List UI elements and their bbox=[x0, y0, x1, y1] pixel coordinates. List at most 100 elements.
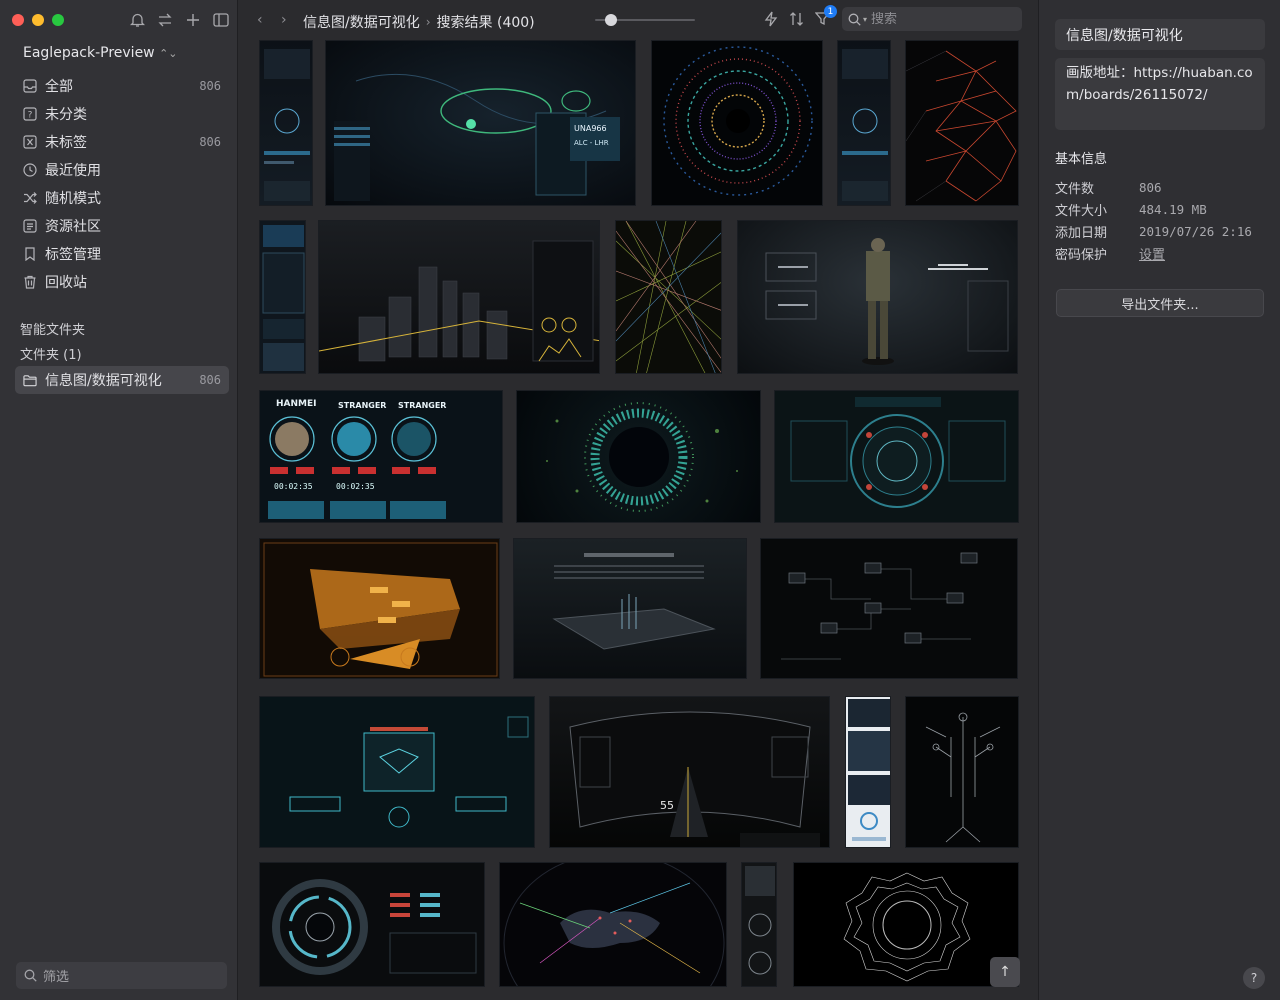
sidebar-item-untagged[interactable]: 未标签 806 bbox=[15, 128, 229, 156]
folder-description-field[interactable]: 画版地址：https://huaban.com/boards/26115072/ bbox=[1055, 58, 1265, 130]
lightning-icon[interactable] bbox=[764, 11, 778, 27]
image-thumbnail[interactable] bbox=[516, 390, 761, 523]
unsorted-icon: ? bbox=[23, 107, 37, 121]
sync-icon[interactable] bbox=[156, 11, 174, 29]
sort-icon[interactable] bbox=[789, 11, 805, 27]
image-thumbnail[interactable] bbox=[837, 40, 891, 206]
minimize-window-button[interactable] bbox=[32, 14, 44, 26]
chevron-right-icon: › bbox=[425, 15, 431, 29]
info-row-file-size: 文件大小 484.19 MB bbox=[1055, 198, 1265, 220]
image-thumbnail[interactable] bbox=[318, 220, 600, 374]
chevron-updown-icon: ⌃⌄ bbox=[159, 47, 178, 60]
export-folder-button[interactable]: 导出文件夹... bbox=[1056, 289, 1264, 317]
sidebar-item-label: 资源社区 bbox=[45, 219, 101, 235]
forward-icon[interactable]: › bbox=[281, 12, 287, 28]
scroll-to-top-button[interactable]: ↑ bbox=[990, 957, 1020, 987]
image-thumbnail[interactable] bbox=[737, 220, 1018, 374]
image-thumbnail[interactable] bbox=[513, 538, 747, 679]
image-thumbnail[interactable] bbox=[259, 862, 485, 987]
search-box[interactable]: ▾ bbox=[842, 7, 1022, 31]
sidebar-item-label: 未标签 bbox=[45, 135, 87, 151]
zoom-window-button[interactable] bbox=[52, 14, 64, 26]
folders-heading[interactable]: 文件夹 (1) bbox=[15, 341, 229, 366]
info-row-password: 密码保护 设置 bbox=[1055, 242, 1265, 264]
hud-name-1: HANMEI bbox=[276, 399, 316, 409]
sidebar-item-label: 标签管理 bbox=[45, 247, 101, 263]
flight-code: UNA966 bbox=[574, 124, 607, 133]
image-thumbnail[interactable] bbox=[905, 40, 1019, 206]
sidebar-item-label: 随机模式 bbox=[45, 191, 101, 207]
image-thumbnail[interactable] bbox=[499, 862, 727, 987]
image-thumbnail[interactable] bbox=[905, 696, 1019, 848]
sidebar-toolbar bbox=[128, 11, 230, 29]
inspector-panel: 信息图/数据可视化 画版地址：https://huaban.com/boards… bbox=[1038, 0, 1280, 1000]
community-icon bbox=[23, 219, 37, 233]
password-setting-link[interactable]: 设置 bbox=[1139, 244, 1165, 263]
sidebar-item-unsorted[interactable]: ? 未分类 bbox=[15, 100, 229, 128]
search-icon bbox=[24, 969, 37, 982]
sidebar-item-all[interactable]: 全部 806 bbox=[15, 72, 229, 100]
toggle-sidebar-icon[interactable] bbox=[212, 11, 230, 29]
hud-time-1: 00:02:35 bbox=[274, 482, 313, 491]
library-name: Eaglepack-Preview bbox=[23, 45, 155, 61]
breadcrumb: 信息图/数据可视化 › 搜索结果 (400) bbox=[303, 12, 535, 32]
filter-funnel-icon[interactable]: 1 bbox=[815, 5, 837, 26]
help-button[interactable]: ? bbox=[1243, 967, 1265, 989]
clock-icon bbox=[23, 163, 37, 177]
thumbnail-size-slider[interactable] bbox=[595, 14, 695, 26]
basic-info-list: 文件数 806 文件大小 484.19 MB 添加日期 2019/07/26 2:16… bbox=[1055, 176, 1265, 264]
image-thumbnail[interactable] bbox=[259, 538, 500, 679]
library-switcher[interactable]: Eaglepack-Preview ⌃⌄ bbox=[23, 45, 178, 61]
back-icon[interactable]: ‹ bbox=[257, 12, 263, 28]
image-thumbnail[interactable] bbox=[259, 40, 313, 206]
sidebar-item-recent[interactable]: 最近使用 bbox=[15, 156, 229, 184]
breadcrumb-folder[interactable]: 信息图/数据可视化 bbox=[303, 12, 420, 32]
image-thumbnail[interactable]: HANMEI STRANGER STRANGER 00:02:35 00:02:35 bbox=[259, 390, 503, 523]
sidebar-item-tags[interactable]: 标签管理 bbox=[15, 240, 229, 268]
filter-input[interactable]: 筛选 bbox=[16, 962, 227, 989]
sidebar-item-random[interactable]: 随机模式 bbox=[15, 184, 229, 212]
info-row-file-count: 文件数 806 bbox=[1055, 176, 1265, 198]
sidebar-item-label: 全部 bbox=[45, 79, 73, 95]
image-thumbnail[interactable]: UNA966 ALC - LHR bbox=[325, 40, 636, 206]
hud-name-2: STRANGER bbox=[338, 401, 386, 410]
window-controls bbox=[12, 14, 64, 26]
image-thumbnail[interactable] bbox=[741, 862, 777, 987]
image-thumbnail[interactable] bbox=[615, 220, 722, 374]
search-input[interactable] bbox=[871, 11, 1002, 27]
image-thumbnail[interactable] bbox=[259, 220, 306, 374]
inbox-icon bbox=[23, 79, 37, 93]
image-thumbnail[interactable] bbox=[651, 40, 823, 206]
image-grid: UNA966 ALC - LHR HANMEI STRANGER STRANGER 00… bbox=[239, 40, 1037, 1000]
folder-name-field[interactable]: 信息图/数据可视化 bbox=[1055, 19, 1265, 50]
image-thumbnail[interactable] bbox=[774, 390, 1019, 523]
sidebar-nav: 全部 806 ? 未分类 未标签 806 最近使用 随机模式 资源社区 标签管理 回收… bbox=[15, 72, 229, 394]
sidebar-item-label: 最近使用 bbox=[45, 163, 101, 179]
slider-knob[interactable] bbox=[605, 14, 617, 26]
eagle-app-window: Eaglepack-Preview ⌃⌄ 全部 806 ? 未分类 未标签 806 最… bbox=[0, 0, 1280, 1000]
smart-folders-heading[interactable]: 智能文件夹 bbox=[15, 316, 229, 341]
sidebar: Eaglepack-Preview ⌃⌄ 全部 806 ? 未分类 未标签 806 最… bbox=[0, 0, 238, 1000]
add-icon[interactable] bbox=[184, 11, 202, 29]
filter-badge: 1 bbox=[824, 5, 837, 18]
image-thumbnail[interactable] bbox=[845, 696, 891, 848]
sidebar-item-trash[interactable]: 回收站 bbox=[15, 268, 229, 296]
folder-label: 信息图/数据可视化 bbox=[45, 373, 162, 389]
info-key: 文件大小 bbox=[1055, 203, 1108, 219]
image-thumbnail[interactable] bbox=[760, 538, 1018, 679]
info-value: 484.19 MB bbox=[1139, 201, 1207, 217]
sidebar-folder-infographics[interactable]: 信息图/数据可视化 806 bbox=[15, 366, 229, 394]
image-thumbnail[interactable] bbox=[793, 862, 1019, 987]
bell-icon[interactable] bbox=[128, 11, 146, 29]
folder-icon bbox=[23, 373, 37, 387]
tag-icon bbox=[23, 247, 37, 261]
image-thumbnail[interactable]: 55 bbox=[549, 696, 830, 848]
chevron-down-icon[interactable]: ▾ bbox=[863, 15, 867, 24]
image-thumbnail[interactable] bbox=[259, 696, 535, 848]
sidebar-item-community[interactable]: 资源社区 bbox=[15, 212, 229, 240]
close-window-button[interactable] bbox=[12, 14, 24, 26]
filter-placeholder: 筛选 bbox=[43, 970, 70, 985]
sidebar-item-label: 未分类 bbox=[45, 107, 87, 123]
search-icon bbox=[848, 13, 861, 26]
info-key: 添加日期 bbox=[1055, 225, 1108, 241]
